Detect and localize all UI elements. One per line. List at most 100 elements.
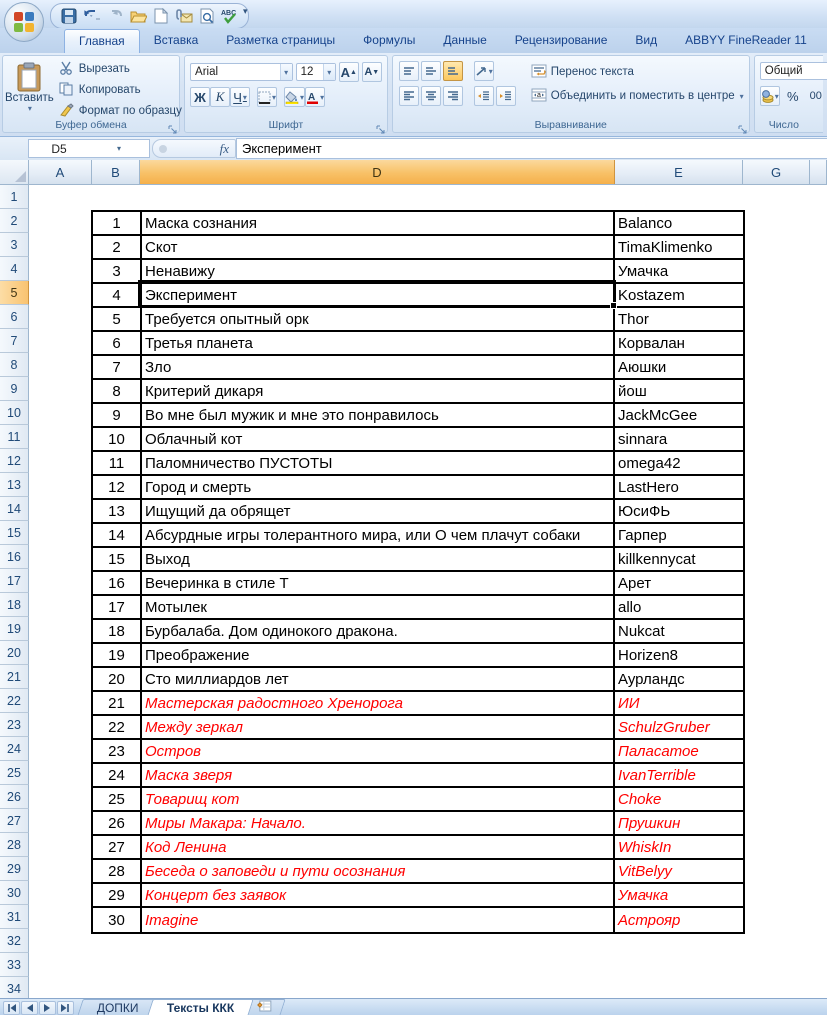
orientation-dropdown-arrow[interactable]: ▾ bbox=[489, 67, 493, 76]
row-header[interactable]: 32 bbox=[0, 929, 29, 953]
cell-author[interactable]: IvanTerrible bbox=[615, 764, 743, 786]
paste-button[interactable]: Вставить ▾ bbox=[5, 59, 54, 116]
cell-author[interactable]: йош bbox=[615, 380, 743, 402]
row-header[interactable]: 30 bbox=[0, 881, 29, 905]
cell-number[interactable]: 25 bbox=[93, 788, 142, 810]
row-header[interactable]: 3 bbox=[0, 233, 29, 257]
alignment-dialog-launcher[interactable] bbox=[738, 121, 747, 130]
align-right-button[interactable] bbox=[443, 86, 463, 106]
row-header[interactable]: 24 bbox=[0, 737, 29, 761]
cell-title[interactable]: Между зеркал bbox=[142, 716, 615, 738]
row-header[interactable]: 20 bbox=[0, 641, 29, 665]
cell-number[interactable]: 20 bbox=[93, 668, 142, 690]
cell-title[interactable]: Выход bbox=[142, 548, 615, 570]
align-left-button[interactable] bbox=[399, 86, 419, 106]
row-header[interactable]: 4 bbox=[0, 257, 29, 281]
cell-number[interactable]: 16 bbox=[93, 572, 142, 594]
row-header[interactable]: 5 bbox=[0, 281, 29, 305]
cell-author[interactable]: Choke bbox=[615, 788, 743, 810]
cell-number[interactable]: 10 bbox=[93, 428, 142, 450]
column-header[interactable]: D bbox=[140, 160, 615, 184]
cell-author[interactable]: Thor bbox=[615, 308, 743, 330]
row-header[interactable]: 10 bbox=[0, 401, 29, 425]
cell-author[interactable]: JackMcGee bbox=[615, 404, 743, 426]
cell-title[interactable]: Паломничество ПУСТОТЫ bbox=[142, 452, 615, 474]
shrink-font-button[interactable]: A▼ bbox=[362, 62, 382, 82]
row-header[interactable]: 26 bbox=[0, 785, 29, 809]
cell-title[interactable]: Маска сознания bbox=[142, 212, 615, 234]
cell-number[interactable]: 14 bbox=[93, 524, 142, 546]
column-header[interactable]: A bbox=[29, 160, 92, 184]
ribbon-tab[interactable]: Вставка bbox=[140, 28, 213, 53]
row-header[interactable]: 29 bbox=[0, 857, 29, 881]
row-header[interactable]: 1 bbox=[0, 185, 29, 209]
column-header[interactable]: G bbox=[743, 160, 810, 184]
first-sheet-button[interactable] bbox=[3, 1001, 20, 1015]
font-color-dropdown-arrow[interactable]: ▾ bbox=[320, 93, 324, 102]
spelling-button[interactable]: ABC bbox=[220, 6, 240, 26]
cell-title[interactable]: Миры Макара: Начало. bbox=[142, 812, 615, 834]
decrease-indent-button[interactable] bbox=[474, 86, 494, 106]
cell-author[interactable]: sinnara bbox=[615, 428, 743, 450]
clipboard-dialog-launcher[interactable] bbox=[168, 121, 177, 130]
active-cell-selection[interactable] bbox=[138, 280, 616, 308]
sheet-tab[interactable]: ДОПКИ bbox=[77, 999, 158, 1015]
cell-author[interactable]: SchulzGruber bbox=[615, 716, 743, 738]
row-header[interactable]: 2 bbox=[0, 209, 29, 233]
font-dialog-launcher[interactable] bbox=[376, 121, 385, 130]
cell-number[interactable]: 8 bbox=[93, 380, 142, 402]
cell-author[interactable]: Balanco bbox=[615, 212, 743, 234]
cell-number[interactable]: 18 bbox=[93, 620, 142, 642]
cell-number[interactable]: 9 bbox=[93, 404, 142, 426]
attach-button[interactable] bbox=[174, 6, 194, 26]
cell-author[interactable]: Kostazem bbox=[615, 284, 743, 306]
cell-author[interactable]: Аурландс bbox=[615, 668, 743, 690]
cell-number[interactable]: 17 bbox=[93, 596, 142, 618]
cell-author[interactable]: Nukcat bbox=[615, 620, 743, 642]
bold-button[interactable]: Ж bbox=[190, 87, 210, 107]
cell-number[interactable]: 13 bbox=[93, 500, 142, 522]
cell-title[interactable]: Мотылек bbox=[142, 596, 615, 618]
accounting-format-button[interactable]: ▾ bbox=[760, 86, 780, 106]
orientation-button[interactable]: ▾ bbox=[474, 61, 494, 81]
cell-title[interactable]: Ненавижу bbox=[142, 260, 615, 282]
cell-title[interactable]: Вечеринка в стиле Т bbox=[142, 572, 615, 594]
row-header[interactable]: 6 bbox=[0, 305, 29, 329]
cell-author[interactable]: TimaKlimenko bbox=[615, 236, 743, 258]
row-header[interactable]: 27 bbox=[0, 809, 29, 833]
row-header[interactable]: 15 bbox=[0, 521, 29, 545]
formula-input[interactable]: Эксперимент bbox=[236, 138, 827, 159]
cell-title[interactable]: Облачный кот bbox=[142, 428, 615, 450]
grow-font-button[interactable]: A▲ bbox=[339, 62, 359, 82]
cell-title[interactable]: Город и смерть bbox=[142, 476, 615, 498]
cell-number[interactable]: 11 bbox=[93, 452, 142, 474]
cell-title[interactable]: Маска зверя bbox=[142, 764, 615, 786]
cell-number[interactable]: 3 bbox=[93, 260, 142, 282]
italic-button[interactable]: К bbox=[210, 87, 230, 107]
cell-title[interactable]: Ищущий да обрящет bbox=[142, 500, 615, 522]
last-sheet-button[interactable] bbox=[57, 1001, 74, 1015]
insert-function-button[interactable]: fx bbox=[220, 141, 229, 157]
cell-title[interactable]: Зло bbox=[142, 356, 615, 378]
row-header[interactable]: 7 bbox=[0, 329, 29, 353]
row-header[interactable]: 23 bbox=[0, 713, 29, 737]
cell-author[interactable]: omega42 bbox=[615, 452, 743, 474]
cell-number[interactable]: 26 bbox=[93, 812, 142, 834]
cell-title[interactable]: Сто миллиардов лет bbox=[142, 668, 615, 690]
format-painter-button[interactable]: Формат по образцу bbox=[56, 102, 185, 120]
borders-dropdown-arrow[interactable]: ▾ bbox=[272, 93, 276, 102]
cell-title[interactable]: Imagine bbox=[142, 908, 615, 932]
ribbon-tab[interactable]: Формулы bbox=[349, 28, 429, 53]
cell-author[interactable]: allo bbox=[615, 596, 743, 618]
percent-button[interactable]: % bbox=[783, 86, 803, 106]
cell-author[interactable]: ЮсиФЬ bbox=[615, 500, 743, 522]
cell-title[interactable]: Бурбалаба. Дом одинокого дракона. bbox=[142, 620, 615, 642]
cell-number[interactable]: 5 bbox=[93, 308, 142, 330]
column-header[interactable]: B bbox=[92, 160, 140, 184]
cell-author[interactable]: Арет bbox=[615, 572, 743, 594]
merge-center-dropdown-arrow[interactable]: ▾ bbox=[740, 92, 744, 101]
row-header[interactable]: 9 bbox=[0, 377, 29, 401]
paste-dropdown-arrow[interactable]: ▾ bbox=[28, 104, 32, 113]
ribbon-tab[interactable]: Разметка страницы bbox=[212, 28, 349, 53]
increase-indent-button[interactable] bbox=[496, 86, 516, 106]
